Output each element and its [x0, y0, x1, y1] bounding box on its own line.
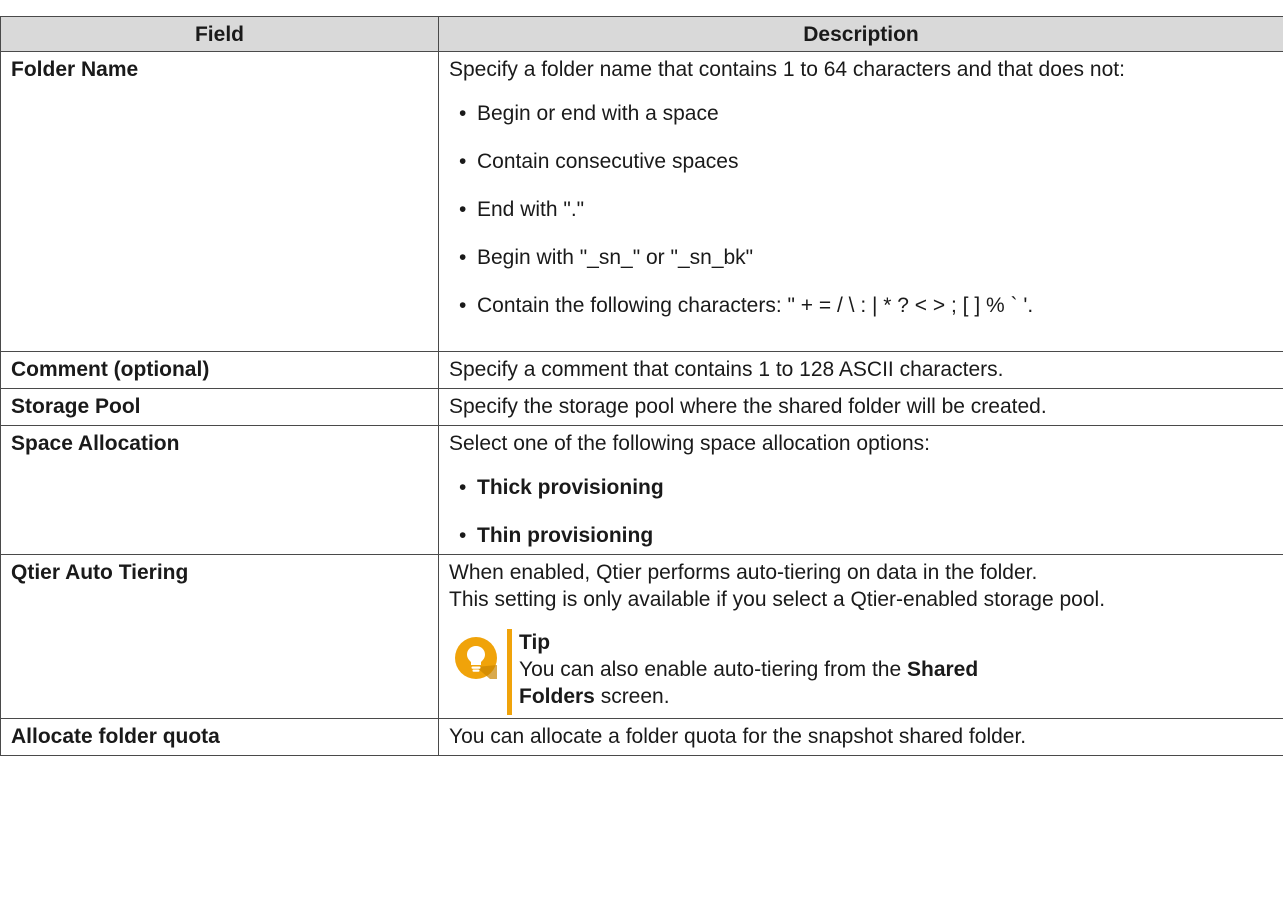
description-text: Select one of the following space alloca… [449, 432, 930, 455]
tip-callout: Tip You can also enable auto-tiering fro… [449, 629, 1273, 715]
header-field: Field [0, 16, 439, 52]
field-name-comment: Comment (optional) [0, 351, 439, 389]
list-item: • Begin with "_sn_" or "_sn_bk" [459, 246, 754, 269]
document-page: Field Description Folder Name Specify a … [0, 0, 1283, 915]
header-description: Description [438, 16, 1283, 52]
table-row: Folder Name Specify a folder name that c… [0, 51, 1283, 352]
description-comment: Specify a comment that contains 1 to 128… [438, 351, 1283, 389]
table-row: Storage Pool Specify the storage pool wh… [0, 388, 1283, 426]
description-text: When enabled, Qtier performs auto-tierin… [449, 561, 1038, 584]
description-text: This setting is only available if you se… [449, 588, 1106, 611]
list-item: • End with "." [459, 198, 585, 221]
restriction-list: • Begin or end with a space • Contain cons… [449, 100, 1273, 319]
list-item: • Begin or end with a space [459, 102, 719, 125]
table-row: Space Allocation Select one of the follo… [0, 425, 1283, 555]
allocation-options-list: • Thick provisioning • Thin provisioning [449, 474, 1273, 549]
description-qtier: When enabled, Qtier performs auto-tierin… [438, 554, 1283, 719]
list-item: • Contain consecutive spaces [459, 150, 739, 173]
list-item: • Thin provisioning [459, 524, 654, 547]
table-row: Allocate folder quota You can allocate a… [0, 718, 1283, 756]
description-folder-name: Specify a folder name that contains 1 to… [438, 51, 1283, 352]
tip-title: Tip [519, 631, 551, 654]
field-name-storage-pool: Storage Pool [0, 388, 439, 426]
description-text: Specify a folder name that contains 1 to… [449, 58, 1125, 81]
tip-accent-bar [507, 629, 512, 715]
field-description-table: Field Description Folder Name Specify a … [0, 16, 1283, 756]
table-header-row: Field Description [0, 16, 1283, 52]
list-item: • Contain the following characters: " + =… [459, 294, 1034, 317]
description-storage-pool: Specify the storage pool where the share… [438, 388, 1283, 426]
list-item: • Thick provisioning [459, 476, 664, 499]
field-name-folder-name: Folder Name [0, 51, 439, 352]
table-row: Qtier Auto Tiering When enabled, Qtier p… [0, 554, 1283, 719]
table-row: Comment (optional) Specify a comment tha… [0, 351, 1283, 389]
lightbulb-icon [455, 637, 497, 679]
tip-text: You can also enable auto-tiering from th… [519, 658, 979, 708]
field-name-qtier: Qtier Auto Tiering [0, 554, 439, 719]
field-name-space-allocation: Space Allocation [0, 425, 439, 555]
description-quota: You can allocate a folder quota for the … [438, 718, 1283, 756]
description-space-allocation: Select one of the following space alloca… [438, 425, 1283, 555]
field-name-quota: Allocate folder quota [0, 718, 439, 756]
